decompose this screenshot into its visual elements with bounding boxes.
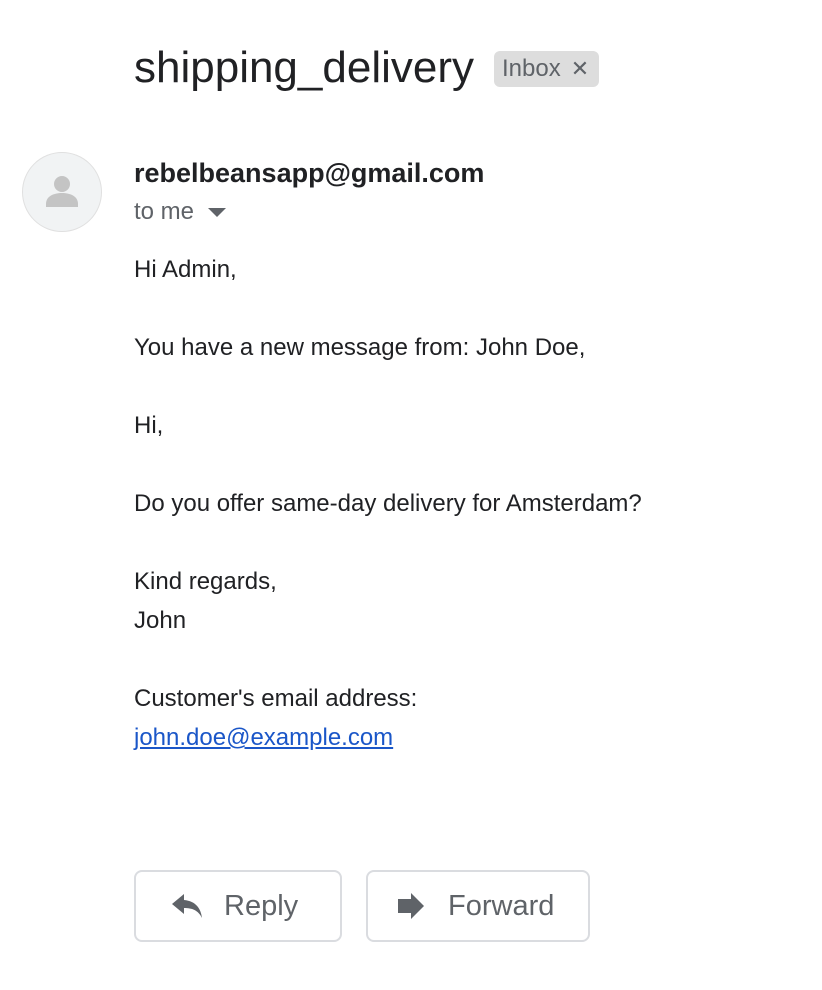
- body-salutation: Hi,: [134, 412, 164, 439]
- forward-label: Forward: [448, 889, 555, 922]
- customer-email-link[interactable]: john.doe@example.com: [134, 724, 393, 751]
- reply-arrow-icon: [170, 892, 204, 920]
- reply-button[interactable]: Reply: [134, 870, 342, 942]
- subject-row: shipping_delivery Inbox ✕: [134, 40, 600, 96]
- body-intro: You have a new message from: John Doe,: [134, 334, 586, 361]
- recipient-summary: to me: [134, 198, 195, 225]
- sender-address[interactable]: rebelbeansapp@gmail.com: [134, 156, 484, 190]
- inbox-label-text: Inbox: [502, 55, 561, 82]
- body-signature: John: [134, 607, 187, 634]
- body-email-label: Customer's email address:: [134, 685, 418, 712]
- body-question: Do you offer same-day delivery for Amste…: [134, 490, 642, 517]
- email-subject: shipping_delivery: [134, 43, 474, 92]
- chevron-down-icon[interactable]: [208, 207, 227, 217]
- email-body: Hi Admin, You have a new message from: J…: [134, 250, 794, 757]
- inbox-label-chip[interactable]: Inbox ✕: [494, 51, 600, 87]
- body-greeting: Hi Admin,: [134, 256, 237, 283]
- forward-arrow-icon: [396, 892, 426, 920]
- forward-button[interactable]: Forward: [366, 870, 590, 942]
- sender-avatar-icon: [22, 152, 102, 232]
- body-closing: Kind regards,: [134, 568, 277, 595]
- close-icon[interactable]: ✕: [571, 58, 589, 80]
- reply-label: Reply: [224, 889, 299, 922]
- recipient-details-toggle[interactable]: to me: [134, 197, 227, 227]
